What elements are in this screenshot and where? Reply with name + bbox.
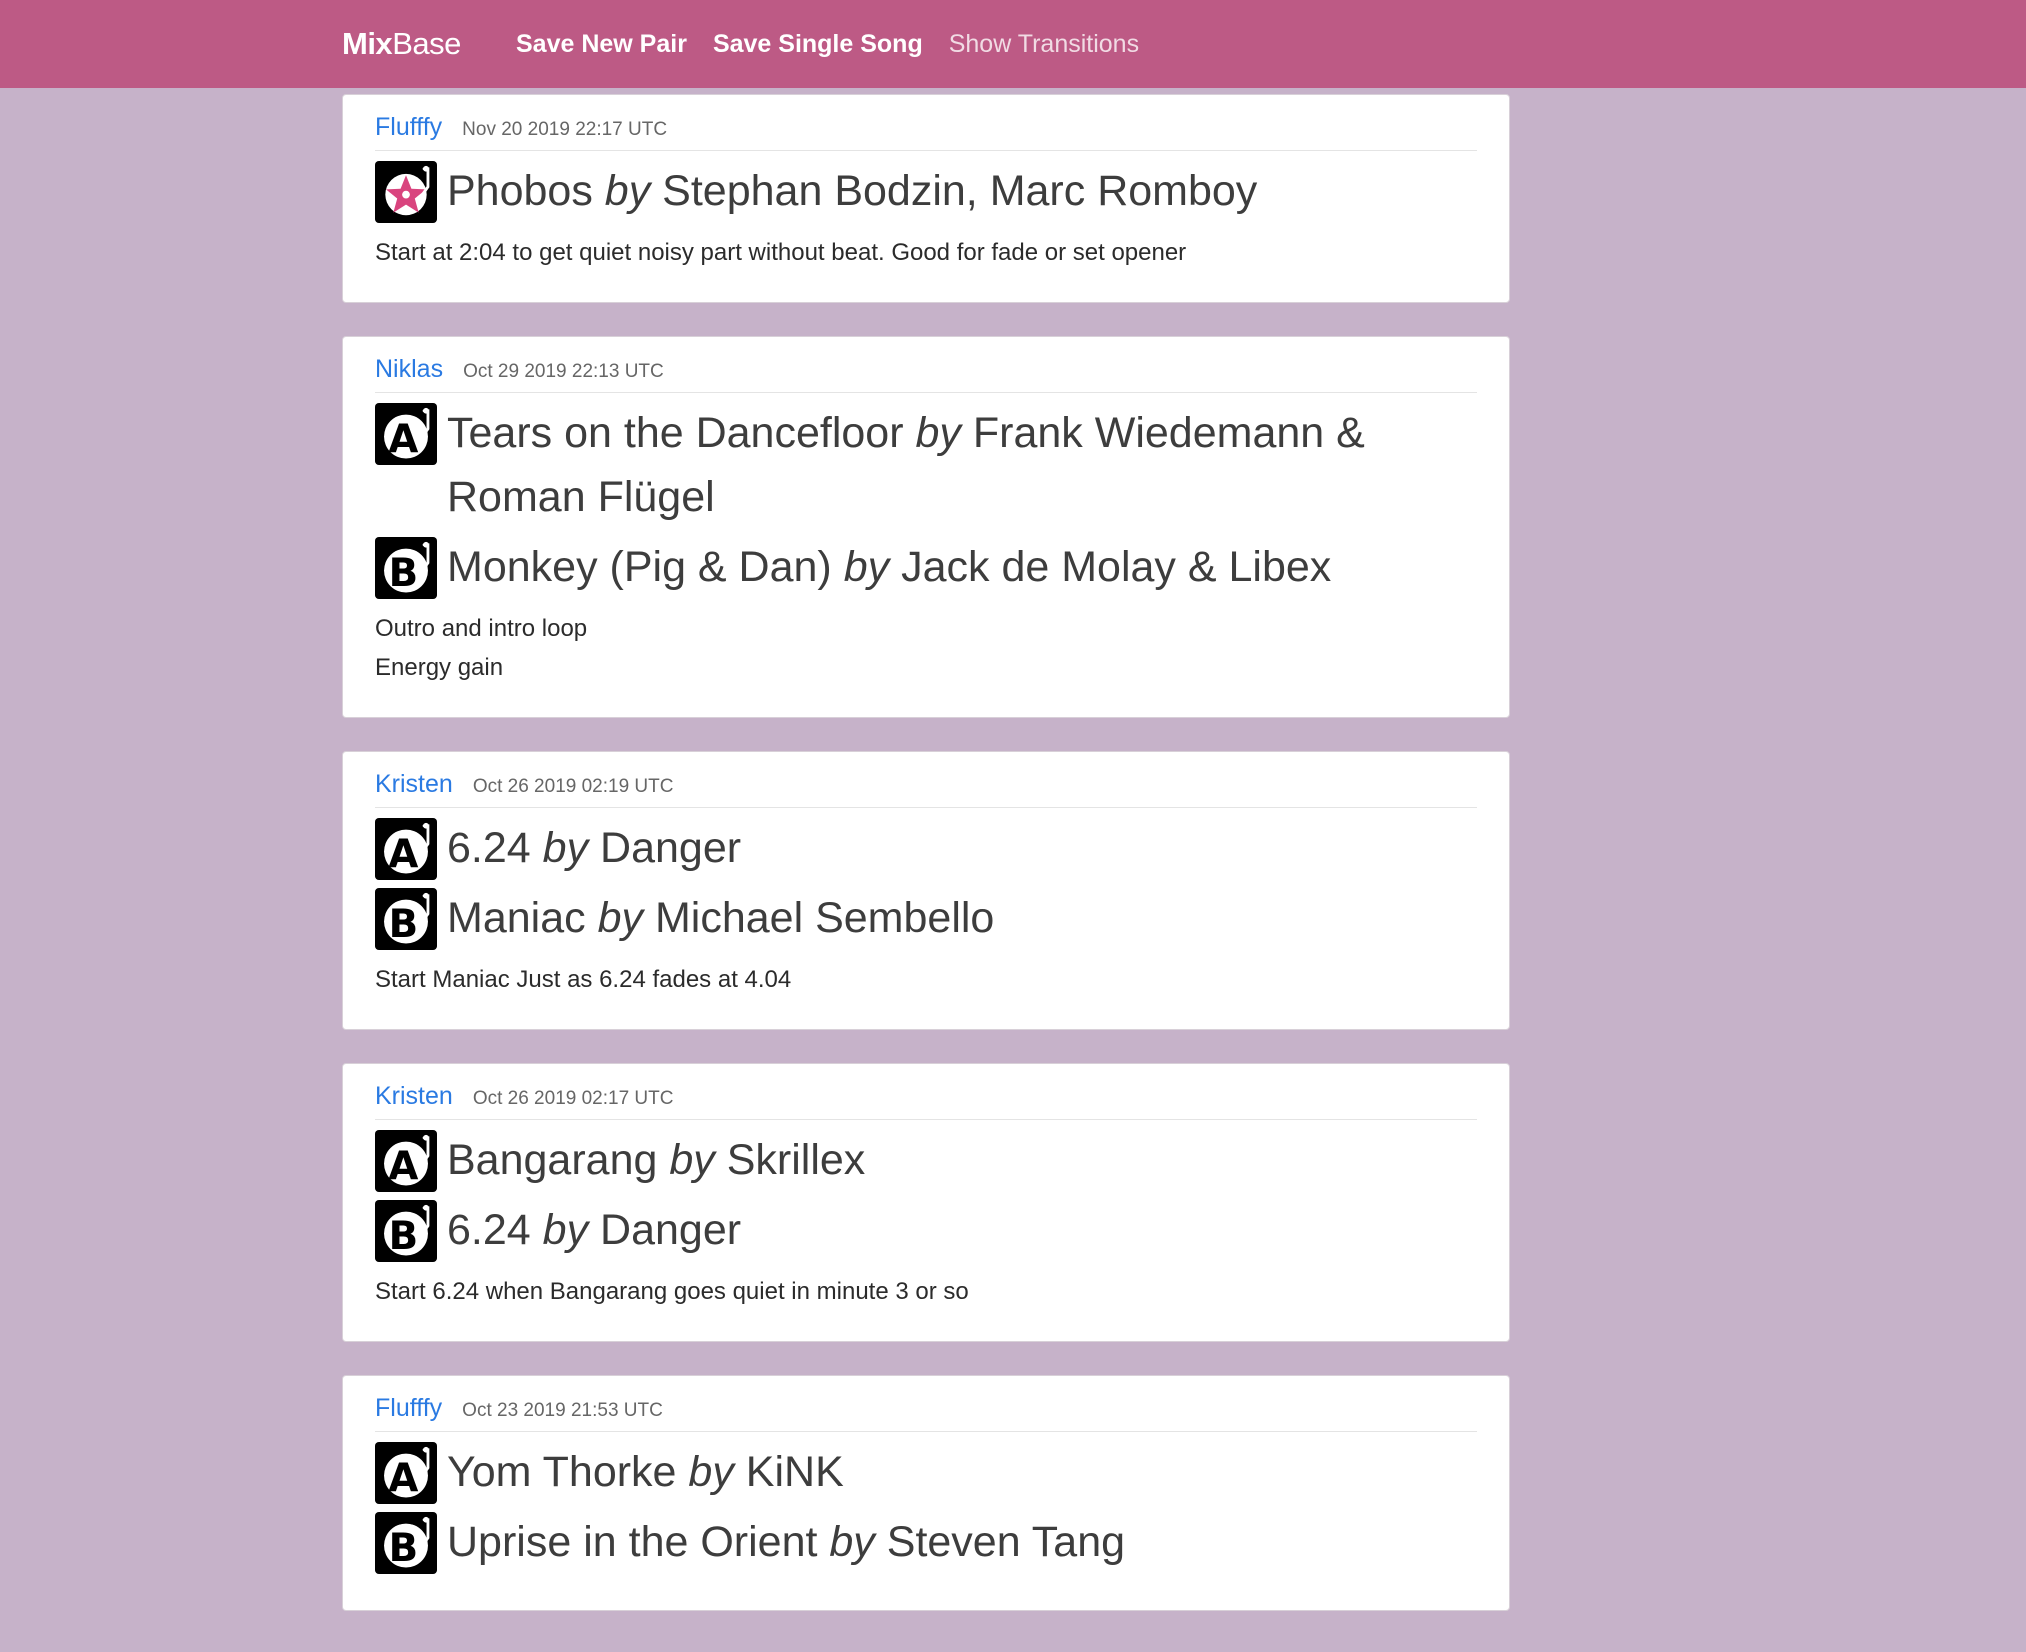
song-name: Monkey (Pig & Dan) xyxy=(447,543,832,591)
by-label: by xyxy=(669,1136,715,1184)
song-title: 6.24 by Danger xyxy=(447,816,741,880)
card-header: Flufffy Nov 20 2019 22:17 UTC xyxy=(375,113,1477,151)
user-link[interactable]: Flufffy xyxy=(375,1394,442,1423)
nav-save-single-song[interactable]: Save Single Song xyxy=(713,30,923,59)
note-line: Start 6.24 when Bangarang goes quiet in … xyxy=(375,1278,969,1305)
svg-text:A: A xyxy=(388,417,418,462)
song-title: 6.24 by Danger xyxy=(447,1198,741,1262)
turntable-a-icon: A xyxy=(375,1442,437,1504)
song-artist: Danger xyxy=(600,1206,742,1254)
song-title: Phobos by Stephan Bodzin, Marc Romboy xyxy=(447,159,1257,223)
song-artist: Skrillex xyxy=(726,1136,866,1184)
song-row: Phobos by Stephan Bodzin, Marc Romboy xyxy=(375,159,1477,223)
turntable-b-icon: B xyxy=(375,1512,437,1574)
song-title: Bangarang by Skrillex xyxy=(447,1128,865,1192)
song-row: A Yom Thorke by KiNK xyxy=(375,1440,1477,1504)
brand-logo[interactable]: MixBase xyxy=(342,0,461,88)
nav-links: Save New Pair Save Single Song Show Tran… xyxy=(516,0,1139,88)
turntable-a-icon: A xyxy=(375,1130,437,1192)
transition-feed: Flufffy Nov 20 2019 22:17 UTC Phobos by St… xyxy=(342,94,1510,1644)
by-label: by xyxy=(604,167,651,215)
svg-text:B: B xyxy=(389,551,419,596)
transition-card: Flufffy Nov 20 2019 22:17 UTC Phobos by St… xyxy=(342,94,1510,303)
svg-text:A: A xyxy=(388,832,418,877)
card-header: Kristen Oct 26 2019 02:19 UTC xyxy=(375,770,1477,808)
song-name: 6.24 xyxy=(447,824,531,872)
turntable-b-icon: B xyxy=(375,1200,437,1262)
user-link[interactable]: Niklas xyxy=(375,355,443,384)
turntable-b-icon: B xyxy=(375,537,437,599)
by-label: by xyxy=(542,824,589,872)
song-title: Monkey (Pig & Dan) by Jack de Molay & Li… xyxy=(447,535,1331,599)
user-link[interactable]: Kristen xyxy=(375,1082,453,1111)
timestamp: Oct 26 2019 02:19 UTC xyxy=(472,776,674,797)
transition-card: Kristen Oct 26 2019 02:19 UTC A 6.24 by Dan… xyxy=(342,751,1510,1030)
svg-text:B: B xyxy=(389,1214,419,1259)
song-artist: Jack de Molay & Libex xyxy=(901,543,1332,591)
transition-notes: Start 6.24 when Bangarang goes quiet in … xyxy=(375,1272,1477,1311)
by-label: by xyxy=(597,894,643,942)
timestamp: Nov 20 2019 22:17 UTC xyxy=(462,119,668,140)
by-label: by xyxy=(829,1518,875,1566)
timestamp: Oct 29 2019 22:13 UTC xyxy=(463,361,664,382)
transition-notes: Start at 2:04 to get quiet noisy part wi… xyxy=(375,233,1477,272)
by-label: by xyxy=(915,409,961,457)
transition-card: Flufffy Oct 23 2019 21:53 UTC A Yom Thorke … xyxy=(342,1375,1510,1611)
song-name: Uprise in the Orient xyxy=(447,1518,818,1566)
song-artist: Steven Tang xyxy=(886,1518,1126,1566)
song-row: A Bangarang by Skrillex xyxy=(375,1128,1477,1192)
song-row: A 6.24 by Danger xyxy=(375,816,1477,880)
song-row: B 6.24 by Danger xyxy=(375,1198,1477,1262)
song-name: Bangarang xyxy=(447,1136,658,1184)
svg-text:A: A xyxy=(388,1144,418,1189)
song-row: B Monkey (Pig & Dan) by Jack de Molay & L… xyxy=(375,535,1477,599)
note-line: Start at 2:04 to get quiet noisy part wi… xyxy=(375,239,1187,266)
song-artist: Michael Sembello xyxy=(654,894,995,942)
card-header: Kristen Oct 26 2019 02:17 UTC xyxy=(375,1082,1477,1120)
song-title: Tears on the Dancefloor by Frank Wiedema… xyxy=(447,401,1477,529)
by-label: by xyxy=(843,543,890,591)
user-link[interactable]: Flufffy xyxy=(375,113,442,142)
user-link[interactable]: Kristen xyxy=(375,770,453,799)
song-row: B Maniac by Michael Sembello xyxy=(375,886,1477,950)
transition-card: Kristen Oct 26 2019 02:17 UTC A Bangarang b… xyxy=(342,1063,1510,1342)
song-artist: KiNK xyxy=(745,1448,844,1496)
note-line: Start Maniac Just as 6.24 fades at 4.04 xyxy=(375,966,792,993)
song-title: Maniac by Michael Sembello xyxy=(447,886,994,950)
card-header: Flufffy Oct 23 2019 21:53 UTC xyxy=(375,1394,1477,1432)
song-artist: Danger xyxy=(600,824,742,872)
nav-show-transitions[interactable]: Show Transitions xyxy=(949,30,1139,59)
svg-text:A: A xyxy=(388,1456,418,1501)
song-title: Uprise in the Orient by Steven Tang xyxy=(447,1510,1125,1574)
song-title: Yom Thorke by KiNK xyxy=(447,1440,844,1504)
timestamp: Oct 23 2019 21:53 UTC xyxy=(462,1400,663,1421)
note-line: Energy gain xyxy=(375,654,504,681)
navbar: MixBase Save New Pair Save Single Song S… xyxy=(0,0,2026,88)
turntable-star-icon xyxy=(375,161,437,223)
turntable-a-icon: A xyxy=(375,818,437,880)
song-name: 6.24 xyxy=(447,1206,531,1254)
song-artist: Stephan Bodzin, Marc Romboy xyxy=(662,167,1258,215)
song-row: B Uprise in the Orient by Steven Tang xyxy=(375,1510,1477,1574)
transition-notes: Outro and intro loop Energy gain xyxy=(375,609,1477,687)
song-row: A Tears on the Dancefloor by Frank Wiedem… xyxy=(375,401,1477,529)
card-header: Niklas Oct 29 2019 22:13 UTC xyxy=(375,355,1477,393)
song-name: Yom Thorke xyxy=(447,1448,677,1496)
svg-text:B: B xyxy=(389,1526,419,1571)
by-label: by xyxy=(542,1206,589,1254)
by-label: by xyxy=(688,1448,734,1496)
turntable-b-icon: B xyxy=(375,888,437,950)
svg-text:B: B xyxy=(389,902,419,947)
turntable-a-icon: A xyxy=(375,403,437,465)
song-name: Phobos xyxy=(447,167,593,215)
note-line: Outro and intro loop xyxy=(375,615,588,642)
song-name: Tears on the Dancefloor xyxy=(447,409,904,457)
transition-notes: Start Maniac Just as 6.24 fades at 4.04 xyxy=(375,960,1477,999)
timestamp: Oct 26 2019 02:17 UTC xyxy=(472,1088,674,1109)
song-name: Maniac xyxy=(447,894,586,942)
nav-save-new-pair[interactable]: Save New Pair xyxy=(516,30,687,59)
transition-card: Niklas Oct 29 2019 22:13 UTC A Tears on the… xyxy=(342,336,1510,718)
